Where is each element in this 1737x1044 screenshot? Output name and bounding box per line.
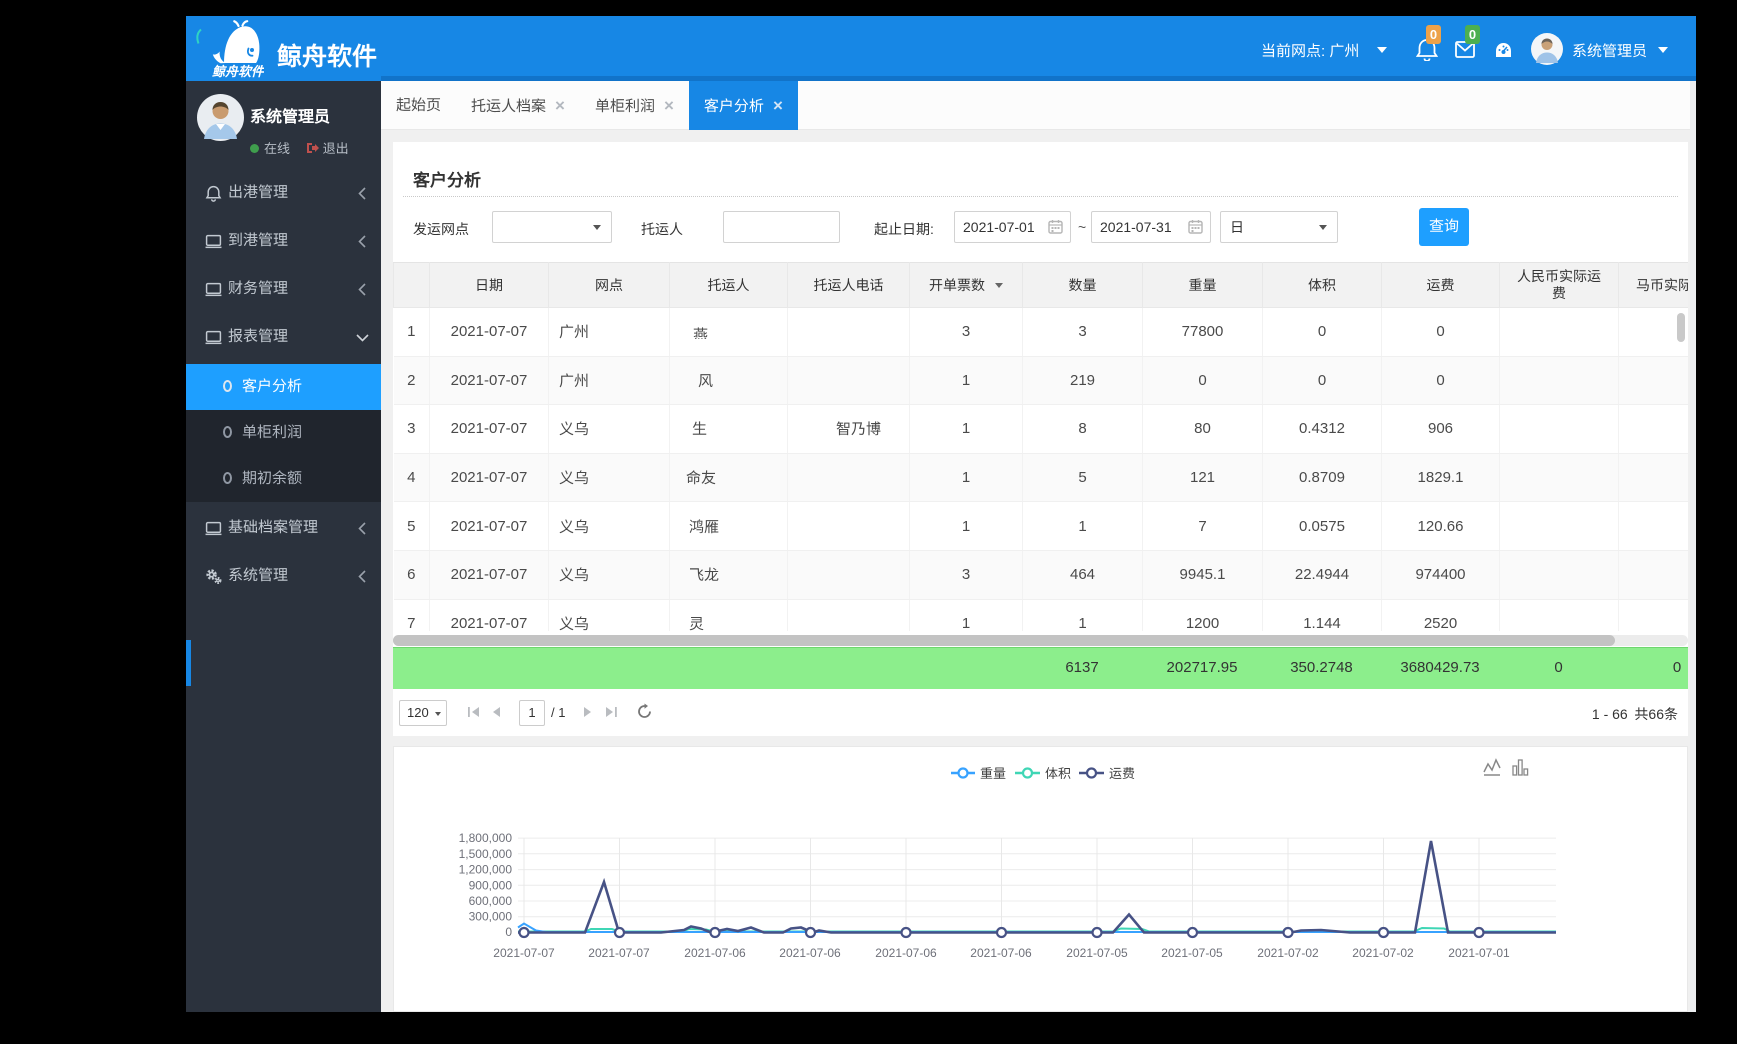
- svg-text:300,000: 300,000: [469, 910, 513, 924]
- svg-text:2021-07-07: 2021-07-07: [588, 946, 650, 960]
- svg-text:2021-07-06: 2021-07-06: [970, 946, 1032, 960]
- svg-text:2021-07-02: 2021-07-02: [1352, 946, 1414, 960]
- svg-text:运费: 运费: [1109, 766, 1135, 781]
- svg-text:600,000: 600,000: [469, 894, 513, 908]
- svg-text:2021-07-05: 2021-07-05: [1161, 946, 1223, 960]
- svg-text:2021-07-02: 2021-07-02: [1257, 946, 1319, 960]
- svg-text:2021-07-07: 2021-07-07: [493, 946, 555, 960]
- svg-text:2021-07-05: 2021-07-05: [1066, 946, 1128, 960]
- svg-text:900,000: 900,000: [469, 878, 513, 892]
- svg-text:2021-07-06: 2021-07-06: [875, 946, 937, 960]
- svg-text:1,500,000: 1,500,000: [459, 847, 513, 861]
- svg-text:2021-07-06: 2021-07-06: [684, 946, 746, 960]
- svg-text:1,800,000: 1,800,000: [459, 831, 513, 845]
- svg-text:重量: 重量: [980, 766, 1006, 781]
- svg-text:鲸舟软件: 鲸舟软件: [212, 64, 264, 79]
- svg-text:0: 0: [505, 925, 512, 939]
- svg-text:体积: 体积: [1045, 766, 1071, 781]
- svg-text:2021-07-06: 2021-07-06: [779, 946, 841, 960]
- svg-text:1,200,000: 1,200,000: [459, 863, 513, 877]
- svg-text:2021-07-01: 2021-07-01: [1448, 946, 1510, 960]
